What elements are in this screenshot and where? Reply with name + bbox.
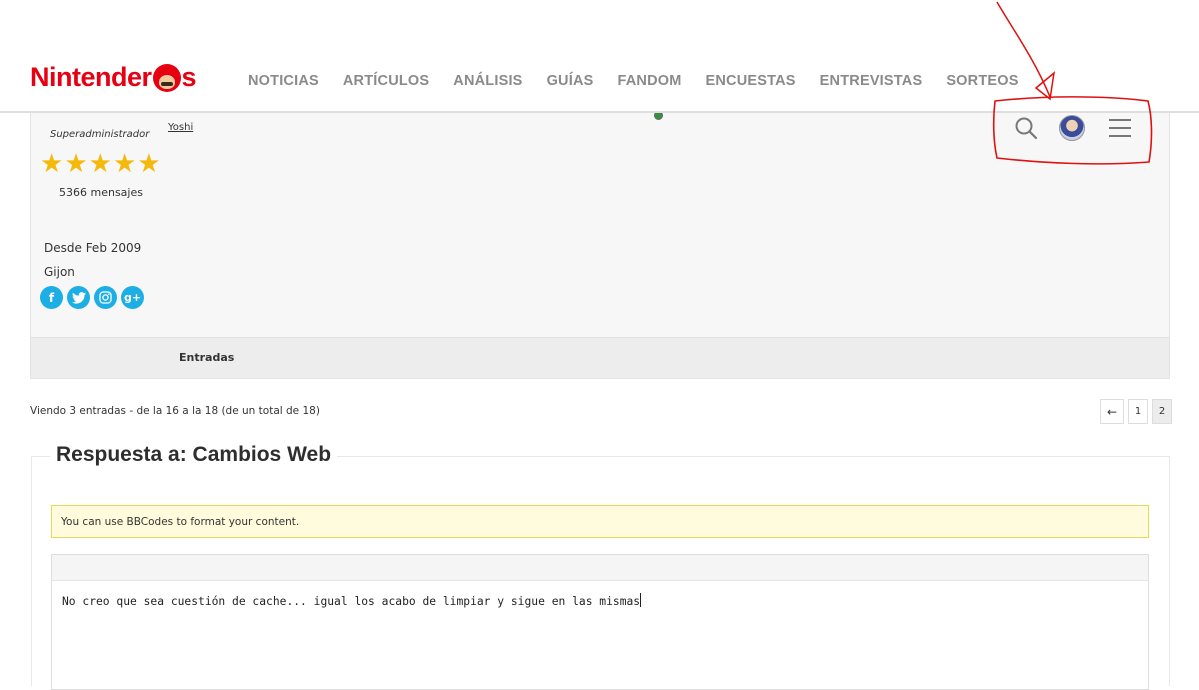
- site-header: Nintender s NOTICIAS ARTÍCULOS ANÁLISIS …: [0, 0, 1199, 113]
- bbcode-notice: You can use BBCodes to format your conte…: [51, 505, 1149, 538]
- star-icon: ★: [137, 149, 161, 179]
- site-logo[interactable]: Nintender s: [30, 62, 197, 93]
- header-actions: [1010, 115, 1140, 143]
- google-plus-icon[interactable]: g+: [121, 286, 144, 309]
- editor-toolbar[interactable]: [51, 554, 1149, 581]
- reply-content: No creo que sea cuestión de cache... igu…: [62, 595, 641, 608]
- page-link-2[interactable]: 2: [1152, 399, 1172, 424]
- search-icon[interactable]: [1014, 116, 1038, 140]
- social-links: f g+: [40, 286, 144, 309]
- page-link-1[interactable]: 1: [1128, 399, 1148, 424]
- message-count: 5366 mensajes: [59, 186, 143, 199]
- author-role: Superadministrador: [50, 129, 150, 140]
- mario-icon: [152, 63, 181, 92]
- logo-text-end: s: [181, 62, 197, 92]
- facebook-icon[interactable]: f: [40, 286, 63, 309]
- star-icon: ★: [40, 149, 64, 179]
- nav-entrevistas[interactable]: ENTREVISTAS: [820, 73, 923, 89]
- twitter-icon[interactable]: [67, 286, 90, 309]
- nav-guias[interactable]: GUÍAS: [547, 73, 594, 89]
- author-location: Gijon: [44, 265, 75, 279]
- nav-articulos[interactable]: ARTÍCULOS: [343, 73, 429, 89]
- pagination: ← 1 2: [1100, 399, 1172, 424]
- star-icon: ★: [64, 149, 88, 179]
- text-cursor: [640, 593, 642, 607]
- logo-text: Nintender: [30, 62, 152, 92]
- instagram-icon[interactable]: [94, 286, 117, 309]
- user-avatar[interactable]: [1059, 115, 1085, 141]
- prev-page-button[interactable]: ←: [1100, 399, 1124, 424]
- star-icon: ★: [112, 149, 137, 179]
- main-nav: NOTICIAS ARTÍCULOS ANÁLISIS GUÍAS FANDOM…: [236, 73, 1031, 89]
- entries-label: Entradas: [179, 351, 235, 364]
- nav-encuestas[interactable]: ENCUESTAS: [706, 73, 796, 89]
- member-since: Desde Feb 2009: [44, 241, 142, 255]
- star-icon: ★: [88, 149, 112, 179]
- hamburger-menu-icon[interactable]: [1109, 119, 1131, 137]
- viewing-summary: Viendo 3 entradas - de la 16 a la 18 (de…: [30, 405, 320, 417]
- nav-sorteos[interactable]: SORTEOS: [946, 73, 1018, 89]
- nav-fandom[interactable]: FANDOM: [617, 73, 681, 89]
- nav-noticias[interactable]: NOTICIAS: [248, 73, 319, 89]
- reply-title: Respuesta a: Cambios Web: [50, 443, 338, 467]
- rating-stars: ★ ★ ★ ★ ★: [40, 151, 161, 177]
- nav-analisis[interactable]: ANÁLISIS: [453, 73, 522, 89]
- author-link[interactable]: Yoshi: [168, 122, 193, 133]
